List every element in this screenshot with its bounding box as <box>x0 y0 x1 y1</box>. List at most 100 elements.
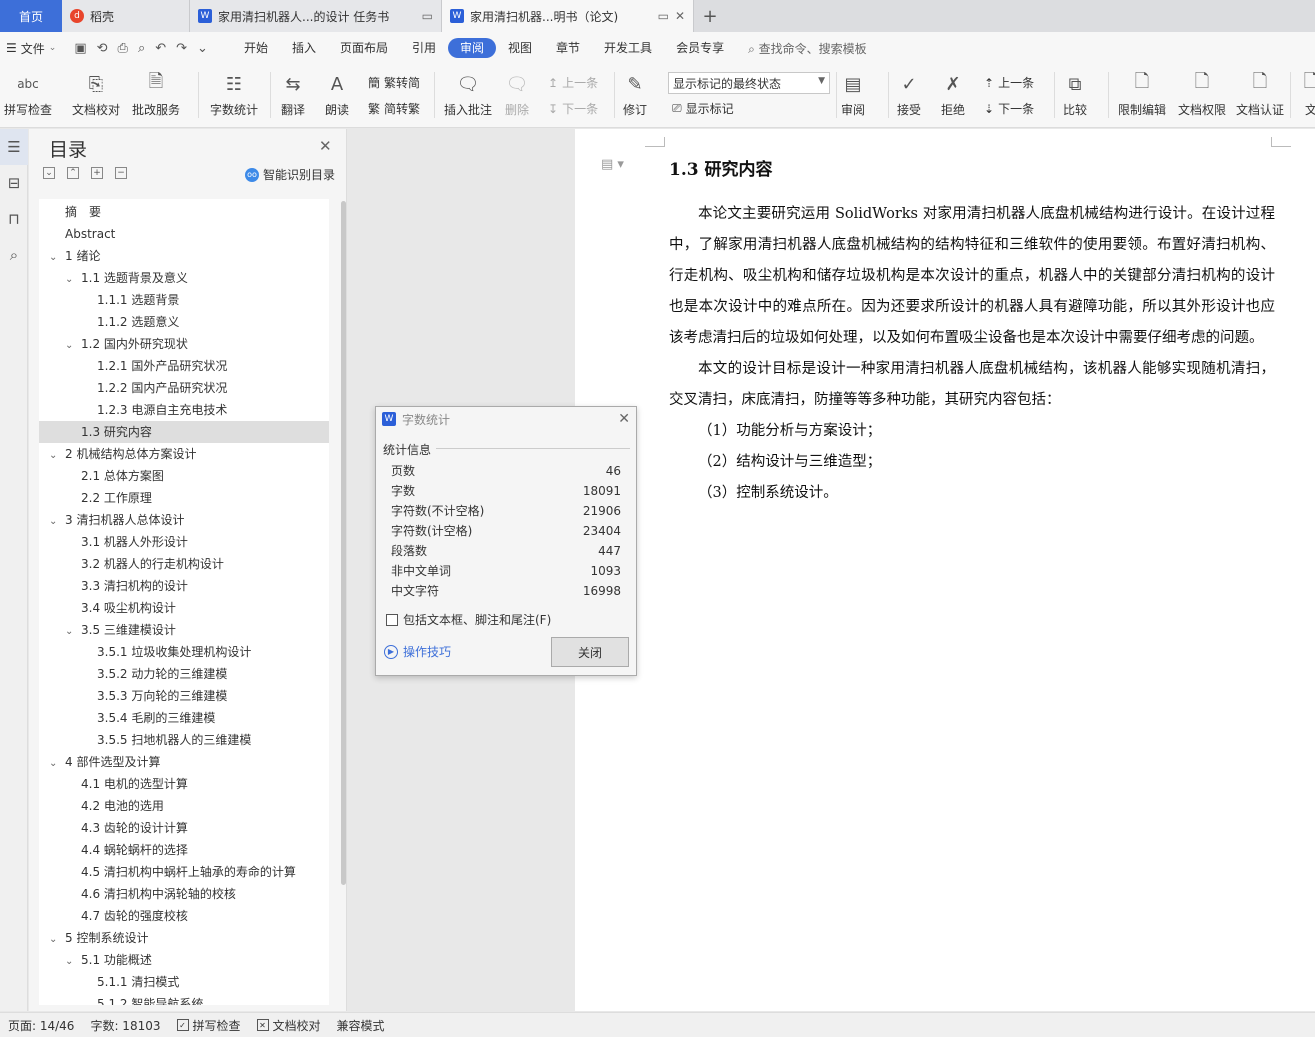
plus-icon[interactable]: + <box>91 167 103 179</box>
chevron-down-icon[interactable]: ⌄ <box>65 621 77 643</box>
print-icon[interactable]: ⎙ <box>118 41 128 56</box>
menu-insert[interactable]: 插入 <box>280 38 328 58</box>
toc-item[interactable]: ⌄ 3 清扫机器人总体设计 <box>39 509 329 531</box>
chevron-down-icon[interactable]: ⌄ <box>49 929 61 951</box>
monitor-icon[interactable]: ▭ <box>422 9 433 23</box>
chevron-down-icon[interactable]: ⌄ <box>49 445 61 467</box>
tab-daoke[interactable]: d 稻壳 <box>62 0 190 32</box>
toc-item[interactable]: 1.3 研究内容 <box>39 421 329 443</box>
toc-item[interactable]: 1.2.1 国外产品研究状况 <box>39 355 329 377</box>
smart-toc-button[interactable]: oo 智能识别目录 <box>245 166 335 183</box>
doc-auth-button[interactable]: 🗋 文档认证 <box>1236 70 1284 118</box>
tab-doc-thesis[interactable]: W 家用清扫机器...明书（论文) ▭ ✕ <box>442 0 694 32</box>
toc-item[interactable]: 3.4 吸尘机构设计 <box>39 597 329 619</box>
toc-item[interactable]: 2.2 工作原理 <box>39 487 329 509</box>
toc-item[interactable]: 3.5.3 万向轮的三维建模 <box>39 685 329 707</box>
next-comment-button[interactable]: ↧ 下一条 <box>548 100 598 117</box>
toc-item[interactable]: 5.1.2 智能导航系统 <box>39 993 329 1005</box>
menu-reference[interactable]: 引用 <box>400 38 448 58</box>
toc-item[interactable]: 2.1 总体方案图 <box>39 465 329 487</box>
toc-item[interactable]: ⌄ 3.5 三维建模设计 <box>39 619 329 641</box>
chapter-icon[interactable]: ⊟ <box>0 165 28 201</box>
toc-item[interactable]: ⌄ 1 绪论 <box>39 245 329 267</box>
toc-item[interactable]: 4.4 蜗轮蜗杆的选择 <box>39 839 329 861</box>
toc-item[interactable]: 摘 要 <box>39 201 329 223</box>
toc-item[interactable]: 3.3 清扫机构的设计 <box>39 575 329 597</box>
file-menu[interactable]: ☰ 文件 ⌄ <box>6 40 74 57</box>
simp-to-trad-button[interactable]: 繁 简转繁 <box>368 100 420 117</box>
toc-item[interactable]: ⌄ 2 机械结构总体方案设计 <box>39 443 329 465</box>
word-count-button[interactable]: ☷ 字数统计 <box>210 70 258 118</box>
toc-item[interactable]: 3.5.5 扫地机器人的三维建模 <box>39 729 329 751</box>
undo-icon[interactable]: ↶ <box>155 41 166 56</box>
toc-item[interactable]: ⌄ 5 控制系统设计 <box>39 927 329 949</box>
prev-comment-button[interactable]: ↥ 上一条 <box>548 74 598 91</box>
menu-member[interactable]: 会员专享 <box>664 38 736 58</box>
toc-item[interactable]: 5.1.1 清扫模式 <box>39 971 329 993</box>
status-proof[interactable]: ✕ 文档校对 <box>249 1017 329 1034</box>
bookmark-icon[interactable]: ⊓ <box>0 201 28 237</box>
command-search[interactable]: ⌕ 查找命令、搜索模板 <box>748 40 867 57</box>
cloud-icon[interactable]: ⟲ <box>97 41 108 56</box>
toc-item[interactable]: 4.6 清扫机构中涡轮轴的校核 <box>39 883 329 905</box>
toc-item[interactable]: ⌄ 4 部件选型及计算 <box>39 751 329 773</box>
reject-button[interactable]: ✗ 拒绝 <box>940 70 966 118</box>
document-body[interactable]: 本论文主要研究运用 SolidWorks 对家用清扫机器人底盘机械结构进行设计。… <box>669 199 1275 509</box>
expand-down-icon[interactable]: ⌄ <box>43 167 55 179</box>
save-icon[interactable]: ▣ <box>74 41 86 56</box>
include-textbox-checkbox[interactable]: 包括文本框、脚注和尾注(F) <box>386 611 551 628</box>
chevron-down-icon[interactable]: ⌄ <box>65 951 77 973</box>
menu-view[interactable]: 视图 <box>496 38 544 58</box>
accept-button[interactable]: ✓ 接受 <box>896 70 922 118</box>
chevron-down-icon[interactable]: ⌄ <box>65 335 77 357</box>
restrict-edit-button[interactable]: 🗋 限制编辑 <box>1118 70 1166 118</box>
toc-item[interactable]: 3.5.1 垃圾收集处理机构设计 <box>39 641 329 663</box>
collapse-up-icon[interactable]: ⌃ <box>67 167 79 179</box>
revise-button[interactable]: ✎ 修订 <box>622 70 648 118</box>
chevron-down-icon[interactable]: ⌄ <box>65 269 77 291</box>
status-spellcheck[interactable]: ✓ 拼写检查 <box>169 1017 249 1034</box>
chevron-down-icon[interactable]: ⌄ <box>49 511 61 533</box>
menu-dev-tools[interactable]: 开发工具 <box>592 38 664 58</box>
close-icon[interactable]: ✕ <box>675 9 685 23</box>
toc-scrollbar[interactable] <box>341 201 346 885</box>
insert-comment-button[interactable]: 🗨 插入批注 <box>444 70 492 118</box>
dialog-close-button[interactable]: 关闭 <box>551 637 629 667</box>
tab-home[interactable]: 首页 <box>0 0 62 32</box>
chevron-down-icon[interactable]: ⌄ <box>49 753 61 775</box>
trad-to-simp-button[interactable]: 簡 繁转简 <box>368 74 420 91</box>
tab-doc-task[interactable]: W 家用清扫机器人...的设计 任务书 ▭ <box>190 0 442 32</box>
doc-rights-button[interactable]: 🗋 文档权限 <box>1178 70 1226 118</box>
dialog-titlebar[interactable]: W 字数统计 ✕ <box>376 407 636 431</box>
display-mode-select[interactable]: 显示标记的最终状态 ▼ <box>668 72 830 94</box>
doc-proof-button[interactable]: ⎘ 文档校对 <box>72 70 120 118</box>
doc-more-button[interactable]: 🗋 文 <box>1298 70 1315 118</box>
search-icon[interactable]: ⌕ <box>0 237 28 273</box>
toc-item[interactable]: 3.2 机器人的行走机构设计 <box>39 553 329 575</box>
customize-icon[interactable]: ⌄ <box>197 41 208 56</box>
document-page[interactable]: ▤ ▾ 1.3 研究内容 本论文主要研究运用 SolidWorks 对家用清扫机… <box>575 129 1315 1011</box>
status-page[interactable]: 页面: 14/46 <box>0 1017 82 1034</box>
toc-item[interactable]: 3.5.2 动力轮的三维建模 <box>39 663 329 685</box>
redo-icon[interactable]: ↷ <box>176 41 187 56</box>
show-markup-button[interactable]: ⎚ 显示标记 <box>672 100 734 117</box>
next-change-button[interactable]: ⇣ 下一条 <box>984 100 1034 117</box>
toc-item[interactable]: 1.1.2 选题意义 <box>39 311 329 333</box>
monitor-icon[interactable]: ▭ <box>658 9 669 23</box>
menu-start[interactable]: 开始 <box>232 38 280 58</box>
prev-change-button[interactable]: ⇡ 上一条 <box>984 74 1034 91</box>
close-icon[interactable]: ✕ <box>319 137 332 155</box>
toc-icon[interactable]: ☰ <box>0 129 28 165</box>
delete-comment-button[interactable]: 🗨 删除 <box>504 70 530 118</box>
chevron-down-icon[interactable]: ⌄ <box>49 247 61 269</box>
checkbox-box[interactable] <box>386 613 398 626</box>
minus-icon[interactable]: − <box>115 167 127 179</box>
toc-item[interactable]: 1.2.2 国内产品研究状况 <box>39 377 329 399</box>
translate-button[interactable]: ⇆ 翻译 <box>280 70 306 118</box>
toc-item[interactable]: ⌄ 5.1 功能概述 <box>39 949 329 971</box>
toc-item[interactable]: 4.1 电机的选型计算 <box>39 773 329 795</box>
review-pane-button[interactable]: ▤ 审阅 <box>840 70 866 118</box>
read-aloud-button[interactable]: A 朗读 <box>324 70 350 118</box>
print-preview-icon[interactable]: ⌕ <box>138 41 145 56</box>
menu-page-layout[interactable]: 页面布局 <box>328 38 400 58</box>
